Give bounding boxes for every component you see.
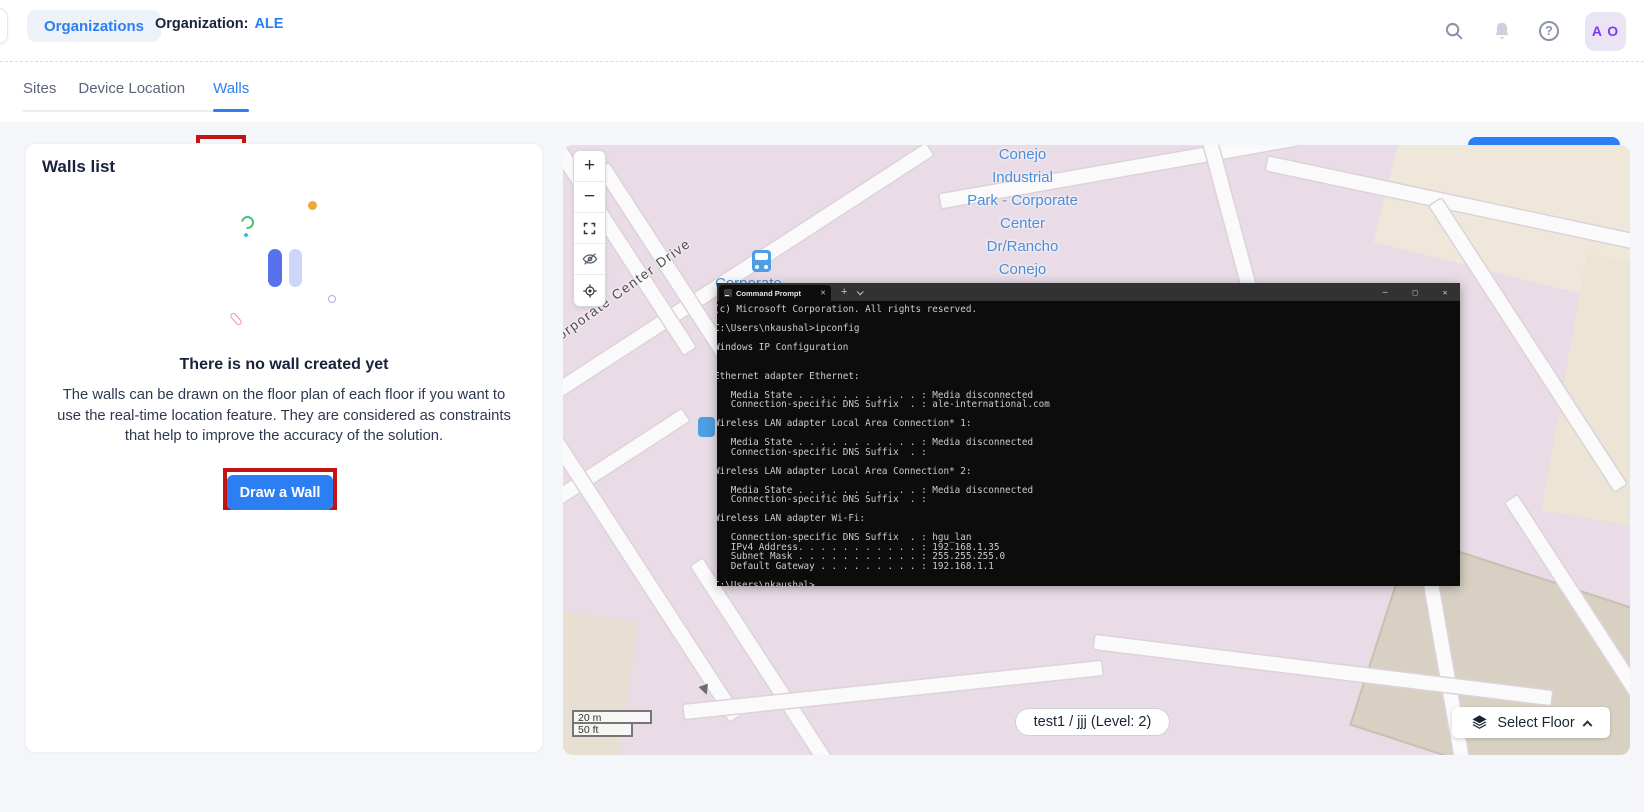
tab-dropdown-chevron-icon bbox=[857, 287, 865, 295]
walls-list-panel: Walls list There is no wall created yet … bbox=[25, 143, 543, 753]
illustration-purple-ring bbox=[328, 295, 336, 303]
tab-device-location[interactable]: Device Location bbox=[78, 74, 185, 110]
scale-metric: 20 m bbox=[572, 710, 652, 724]
organizations-button[interactable]: Organizations bbox=[27, 10, 162, 42]
tab-sites[interactable]: Sites bbox=[23, 74, 56, 110]
terminal-output-text: (c) Microsoft Corporation. All rights re… bbox=[717, 304, 1050, 586]
illustration-green-swirl bbox=[238, 213, 257, 232]
illustration-light-bar bbox=[289, 249, 302, 287]
organization-value-link[interactable]: ALE bbox=[254, 16, 283, 32]
terminal-window-controls: ─ □ ✕ bbox=[1370, 283, 1460, 301]
terminal-titlebar: Command Prompt ✕ + ─ □ ✕ bbox=[717, 283, 1460, 301]
illustration-blue-bar bbox=[268, 249, 282, 287]
scale-imperial: 50 ft bbox=[572, 724, 633, 737]
tab-close-icon: ✕ bbox=[820, 290, 826, 297]
current-floor-badge: test1 / jjj (Level: 2) bbox=[1015, 708, 1170, 736]
map-controls: + − bbox=[573, 150, 606, 307]
chevron-up-icon bbox=[1582, 720, 1593, 731]
select-floor-label: Select Floor bbox=[1497, 714, 1575, 731]
minimize-icon: ─ bbox=[1382, 287, 1388, 297]
zoom-in-button[interactable]: + bbox=[574, 151, 605, 182]
terminal-tab-title: Command Prompt bbox=[736, 288, 802, 298]
top-bar: Organizations Organization: ALE ? A O bbox=[0, 0, 1644, 62]
cmd-icon bbox=[724, 289, 732, 297]
empty-state-description: The walls can be drawn on the floor plan… bbox=[57, 387, 511, 445]
zoom-out-button[interactable]: − bbox=[574, 182, 605, 213]
close-icon: ✕ bbox=[1442, 287, 1448, 297]
floorplan-terminal-image: Command Prompt ✕ + ─ □ ✕ (c) Microsoft C… bbox=[717, 283, 1460, 586]
user-avatar[interactable]: A O bbox=[1585, 11, 1626, 51]
bus-stop-icon bbox=[752, 250, 771, 272]
map-street bbox=[690, 558, 856, 755]
maximize-icon: □ bbox=[1412, 287, 1418, 297]
terminal-tab: Command Prompt ✕ bbox=[719, 285, 831, 301]
tab-row: Sites Device Location Walls Site: TO OV … bbox=[0, 62, 1644, 172]
notifications-bell-icon[interactable] bbox=[1491, 20, 1513, 42]
illustration-orange-dot bbox=[308, 201, 317, 210]
transit-stop-icon bbox=[698, 417, 715, 437]
terminal-output: (c) Microsoft Corporation. All rights re… bbox=[717, 301, 1460, 586]
tab-walls[interactable]: Walls bbox=[213, 74, 250, 112]
hide-layer-eye-off-button[interactable] bbox=[574, 244, 605, 275]
fullscreen-button[interactable] bbox=[574, 213, 605, 244]
illustration-pink-pen bbox=[229, 311, 243, 327]
draw-a-wall-button[interactable]: Draw a Wall bbox=[227, 475, 333, 510]
organization-label: Organization: bbox=[155, 16, 249, 32]
map-canvas[interactable]: Conejo Industrial Park - Corporate Cente… bbox=[563, 145, 1630, 755]
layers-icon bbox=[1472, 715, 1487, 729]
map-scale-bar: 20 m 50 ft bbox=[572, 710, 652, 737]
map-area-label: Conejo Industrial Park - Corporate Cente… bbox=[967, 146, 1078, 278]
select-floor-button[interactable]: Select Floor bbox=[1452, 707, 1610, 738]
sidebar-collapse-handle[interactable] bbox=[0, 8, 8, 44]
locate-button[interactable] bbox=[574, 275, 605, 306]
empty-state-illustration bbox=[26, 144, 542, 752]
empty-state-title: There is no wall created yet bbox=[179, 356, 389, 373]
header: Organizations Organization: ALE ? A O Sit… bbox=[0, 0, 1644, 172]
organization-indicator: Organization: ALE bbox=[155, 16, 283, 32]
help-icon[interactable]: ? bbox=[1539, 21, 1559, 41]
draw-wall-annotation-box: Draw a Wall bbox=[223, 468, 337, 510]
search-icon[interactable] bbox=[1443, 20, 1465, 42]
new-tab-icon: + bbox=[841, 285, 848, 298]
tab-strip: Sites Device Location Walls bbox=[23, 74, 250, 112]
